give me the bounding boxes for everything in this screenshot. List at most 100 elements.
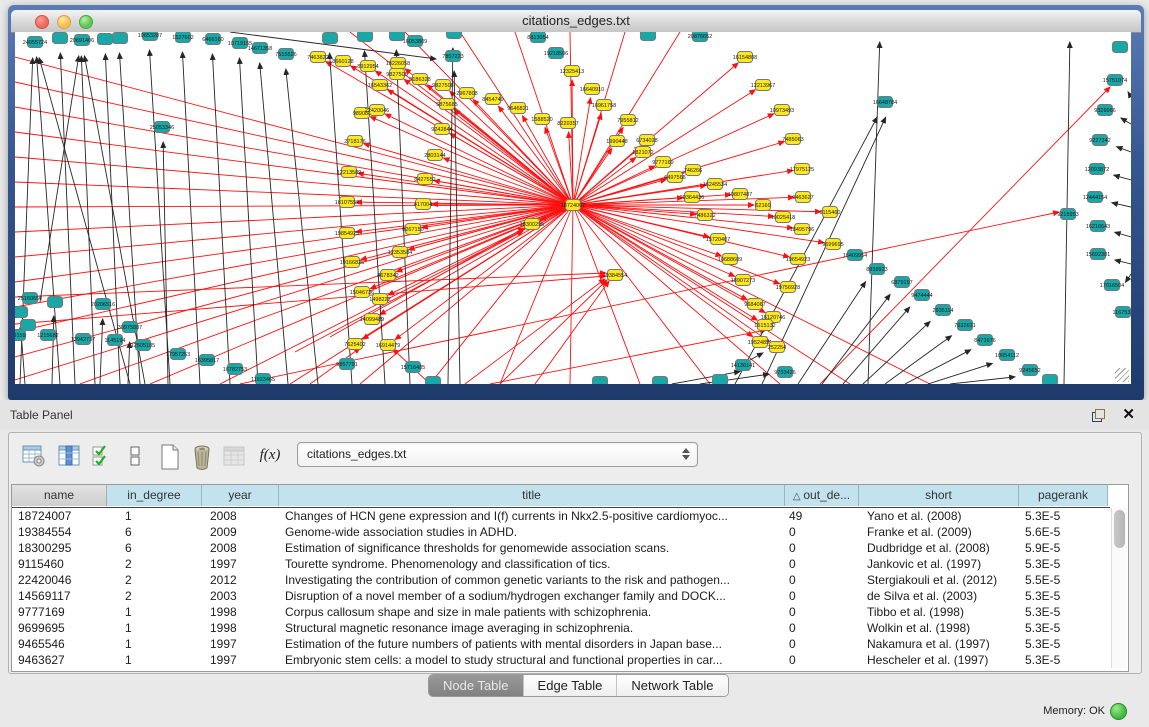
column-header-out_de[interactable]: △ out_de... [785, 485, 859, 506]
network-node[interactable]: 7486322 [694, 210, 715, 221]
column-header-in_degree[interactable]: in_degree [107, 485, 202, 506]
network-node[interactable]: 7625402 [344, 339, 365, 350]
network-node[interactable]: 8678342 [377, 270, 398, 281]
network-node[interactable]: 16409954 [843, 250, 867, 261]
network-node[interactable]: 8471676 [974, 335, 995, 346]
delete-table-icon[interactable] [189, 442, 215, 470]
network-node[interactable]: 2718176 [344, 136, 365, 147]
network-node[interactable]: 7955812 [617, 115, 638, 126]
network-node[interactable]: 7857223 [442, 51, 463, 62]
network-node[interactable]: 9733426 [774, 367, 795, 378]
network-node[interactable] [48, 297, 63, 308]
network-node[interactable]: 12353584 [388, 247, 412, 258]
network-node[interactable]: 10688609 [718, 254, 742, 265]
tab-edge-table[interactable]: Edge Table [524, 675, 618, 696]
network-node[interactable] [358, 32, 373, 42]
network-node[interactable]: 1615132 [754, 320, 775, 331]
column-header-name[interactable]: name [12, 485, 107, 506]
network-node[interactable]: 8267150 [402, 224, 423, 235]
network-node[interactable]: 19218506 [544, 48, 568, 59]
network-node[interactable] [426, 377, 441, 385]
network-node[interactable]: 20206516 [91, 299, 115, 310]
network-node[interactable] [98, 34, 113, 45]
network-node[interactable]: 17957253 [166, 349, 190, 360]
network-node[interactable]: 19854925 [335, 228, 359, 239]
network-node[interactable]: 1821072 [632, 147, 653, 158]
column-header-year[interactable]: year [202, 485, 279, 506]
network-node[interactable]: 7515526 [275, 49, 296, 60]
network-node[interactable] [15, 307, 28, 318]
network-node[interactable]: 19756928 [776, 282, 800, 293]
network-node[interactable]: 1167533 [1112, 307, 1131, 318]
column-chooser-icon[interactable] [56, 442, 82, 470]
tab-network-table[interactable]: Network Table [617, 675, 727, 696]
network-node[interactable]: 16154808 [733, 52, 757, 63]
network-node[interactable]: 12213589 [337, 167, 361, 178]
network-node[interactable]: 1588520 [531, 114, 552, 125]
table-row[interactable]: 1872400712008Changes of HCN gene express… [12, 508, 1110, 524]
network-node[interactable]: 15751074 [1103, 75, 1127, 86]
network-node[interactable]: 9684067 [744, 299, 765, 310]
network-node[interactable]: 5875685 [436, 99, 457, 110]
network-node[interactable]: 16648784 [873, 97, 897, 108]
network-node[interactable]: 1527602 [172, 32, 193, 43]
table-settings-icon[interactable] [21, 442, 47, 470]
network-window-titlebar[interactable]: citations_edges.txt [11, 10, 1141, 33]
network-node[interactable]: 9242844 [431, 124, 452, 135]
network-node[interactable]: 1215682 [37, 330, 58, 341]
network-node[interactable]: 62160 [755, 200, 770, 211]
network-node[interactable]: 6879197 [891, 277, 912, 288]
network-node[interactable]: 16961758 [592, 100, 616, 111]
network-node[interactable]: 20691406 [70, 35, 94, 46]
network-node[interactable] [447, 32, 462, 39]
network-node[interactable]: 252254 [768, 342, 786, 353]
new-table-icon[interactable] [157, 442, 183, 470]
table-row[interactable]: 946362711997Embryonic stem cells: a mode… [12, 652, 1110, 668]
select-rows-icon[interactable] [92, 442, 112, 470]
network-node[interactable]: 24055724 [23, 37, 47, 48]
network-node[interactable]: 16914479 [376, 340, 400, 351]
network-node[interactable] [653, 377, 668, 385]
network-node[interactable]: 8912954 [357, 61, 378, 72]
column-header-pagerank[interactable]: pagerank [1019, 485, 1108, 506]
network-node[interactable]: 10653287 [138, 32, 162, 41]
scrollbar-thumb[interactable] [1114, 510, 1125, 548]
network-node[interactable]: 8660128 [332, 56, 353, 67]
network-node[interactable]: 20364436 [680, 192, 704, 203]
network-node[interactable]: 12444154 [1083, 192, 1107, 203]
network-node[interactable]: 16543362 [368, 80, 392, 91]
network-node[interactable] [593, 377, 608, 385]
network-node[interactable] [641, 32, 656, 41]
network-node[interactable]: 10973493 [770, 105, 794, 116]
network-node[interactable]: 8454749 [482, 94, 503, 105]
network-node[interactable]: 8427552 [414, 174, 435, 185]
network-node[interactable]: 17975125 [790, 164, 814, 175]
network-node[interactable]: 16210643 [1086, 221, 1110, 232]
network-node[interactable]: 7463822 [307, 52, 328, 63]
network-node[interactable]: 19654923 [786, 254, 810, 265]
network-node[interactable]: 10025418 [771, 212, 795, 223]
table-row[interactable]: 1830029562008Estimation of significance … [12, 540, 1110, 556]
network-canvas[interactable]: 7463822866012889129541822605898275051654… [15, 32, 1131, 384]
vertical-scrollbar[interactable] [1111, 508, 1127, 668]
network-node[interactable]: 8220357 [557, 118, 578, 129]
network-node[interactable]: 9329966 [1094, 105, 1115, 116]
network-node[interactable]: 17016504 [1100, 280, 1124, 291]
network-node[interactable] [713, 375, 728, 385]
network-node[interactable]: 8938923 [866, 264, 887, 275]
network-node[interactable]: 6734028 [636, 135, 657, 146]
network-node[interactable] [53, 33, 68, 44]
network-node[interactable]: 2803144 [424, 150, 445, 161]
network-node[interactable]: 25053346 [150, 122, 174, 133]
network-node[interactable]: 14136141 [731, 360, 755, 371]
network-node[interactable]: 1498222 [369, 294, 390, 305]
network-node[interactable] [21, 320, 36, 331]
network-node[interactable]: 7485063 [782, 134, 803, 145]
network-node[interactable]: 417004 [414, 199, 432, 210]
network-node[interactable]: 11923465 [251, 374, 275, 385]
network-node[interactable] [113, 33, 128, 44]
network-node[interactable]: 9215953 [1057, 209, 1078, 220]
table-selector-dropdown[interactable]: citations_edges.txt [297, 442, 698, 467]
network-node[interactable]: 6466160 [202, 34, 223, 45]
network-node[interactable]: 1145194 [104, 335, 125, 346]
